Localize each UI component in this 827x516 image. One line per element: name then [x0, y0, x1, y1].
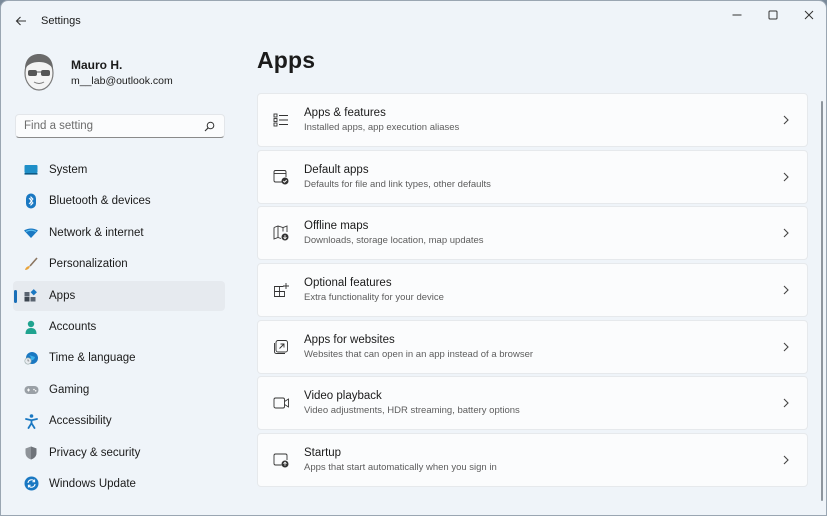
sidebar-item-accounts[interactable]: Accounts [13, 312, 225, 342]
card-description: Installed apps, app execution aliases [304, 122, 460, 133]
active-indicator [14, 289, 17, 303]
wifi-icon [23, 225, 39, 241]
page-title: Apps [257, 47, 316, 73]
sidebar-item-label: Gaming [49, 383, 90, 396]
card-apps-for-websites[interactable]: Apps for websites Websites that can open… [257, 319, 808, 374]
list-icon [272, 111, 290, 129]
sidebar-item-label: Personalization [49, 258, 128, 271]
sidebar-item-privacy-security[interactable]: Privacy & security [13, 438, 225, 468]
scrollbar[interactable] [821, 101, 823, 501]
card-title: Offline maps [304, 220, 369, 233]
video-icon [272, 394, 290, 412]
open-external-icon [272, 338, 290, 356]
card-video-playback[interactable]: Video playback Video adjustments, HDR st… [257, 376, 808, 431]
startup-icon [272, 451, 290, 469]
profile-email: m__lab@outlook.com [71, 74, 173, 87]
chevron-right-icon [779, 170, 793, 184]
card-title: Video playback [304, 390, 382, 403]
card-title: Startup [304, 447, 342, 460]
sidebar-item-network-internet[interactable]: Network & internet [13, 218, 225, 248]
sidebar-item-label: Apps [49, 289, 76, 302]
chevron-right-icon [779, 340, 793, 354]
user-profile[interactable]: Mauro H. m__lab@outlook.com [19, 47, 173, 97]
back-button[interactable] [11, 11, 31, 31]
chevron-right-icon [779, 226, 793, 240]
card-description: Downloads, storage location, map updates [304, 235, 484, 247]
sidebar-nav: System Bluetooth & devices Network & int… [13, 155, 225, 500]
chevron-right-icon [779, 396, 793, 410]
sidebar-item-personalization[interactable]: Personalization [13, 249, 225, 279]
default-apps-icon [272, 168, 290, 186]
search-placeholder: Find a setting [24, 120, 94, 132]
app-title: Settings [41, 15, 81, 27]
sidebar-item-system[interactable]: System [13, 155, 225, 185]
chevron-right-icon [779, 283, 793, 297]
sidebar-item-label: Bluetooth & devices [49, 195, 151, 208]
brush-icon [23, 256, 39, 272]
arrow-left-icon [15, 16, 26, 26]
avatar-icon [24, 54, 54, 91]
sidebar-item-label: Time & language [49, 352, 136, 365]
card-title: Optional features [304, 277, 392, 290]
sidebar-item-accessibility[interactable]: Accessibility [13, 406, 225, 436]
chevron-right-icon [779, 453, 793, 467]
card-title: Default apps [304, 163, 369, 176]
sidebar-item-windows-update[interactable]: Windows Update [13, 469, 225, 499]
card-title: Apps for websites [304, 333, 395, 346]
sidebar-item-label: Privacy & security [49, 446, 141, 459]
person-icon [23, 319, 39, 335]
sidebar-item-bluetooth-devices[interactable]: Bluetooth & devices [13, 186, 225, 216]
gamepad-icon [23, 382, 39, 398]
sidebar-item-apps[interactable]: Apps [13, 280, 225, 311]
globe-clock-icon [23, 350, 39, 366]
sidebar-item-time-language[interactable]: Time & language [13, 343, 225, 373]
card-apps-features[interactable]: Apps & features Installed apps, app exec… [257, 93, 808, 147]
search-input[interactable]: Find a setting [15, 114, 225, 138]
avatar [19, 50, 59, 94]
card-optional-features[interactable]: Optional features Extra functionality fo… [257, 263, 808, 318]
card-description: Video adjustments, HDR streaming, batter… [304, 405, 520, 417]
chevron-right-icon [779, 113, 793, 127]
card-startup[interactable]: Startup Apps that start automatically wh… [257, 433, 808, 488]
sidebar-item-label: Accessibility [49, 415, 112, 428]
sidebar-item-label: Accounts [49, 320, 97, 333]
settings-window: Settings Mauro H. m__lab@outlook.com Fin… [0, 0, 827, 516]
shield-icon [23, 445, 39, 461]
card-default-apps[interactable]: Default apps Defaults for file and link … [257, 149, 808, 204]
card-description: Apps that start automatically when you s… [304, 462, 497, 474]
monitor-icon [23, 162, 39, 178]
card-description: Extra functionality for your device [304, 292, 444, 304]
main-content: Apps Apps & features Installed apps, app… [257, 1, 826, 515]
search-icon[interactable] [202, 119, 216, 133]
card-title: Apps & features [304, 107, 386, 119]
profile-name: Mauro H. [71, 57, 123, 72]
card-description: Websites that can open in an app instead… [304, 348, 534, 360]
update-icon [23, 476, 39, 492]
sidebar-item-label: Windows Update [49, 477, 136, 490]
settings-card-list: Apps & features Installed apps, app exec… [257, 93, 808, 490]
sidebar-item-gaming[interactable]: Gaming [13, 375, 225, 405]
sidebar-item-label: System [49, 164, 88, 176]
accessibility-icon [23, 413, 39, 429]
sidebar-item-label: Network & internet [49, 226, 144, 239]
card-description: Defaults for file and link types, other … [304, 178, 491, 190]
bluetooth-icon [23, 193, 39, 209]
card-offline-maps[interactable]: Offline maps Downloads, storage location… [257, 206, 808, 261]
map-download-icon [272, 224, 290, 242]
grid-plus-icon [272, 281, 290, 299]
apps-icon [23, 288, 39, 304]
